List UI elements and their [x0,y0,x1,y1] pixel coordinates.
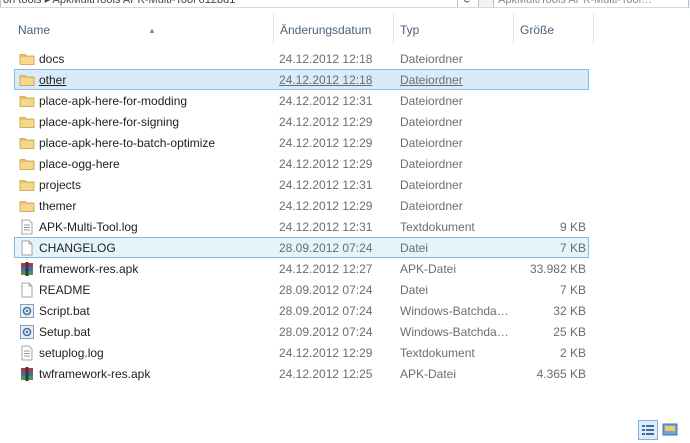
file-row[interactable]: other 24.12.2012 12:18 Dateiordner [14,69,589,90]
file-name: README [39,283,91,297]
file-name: projects [39,178,82,192]
file-name: setuplog.log [39,346,104,360]
file-size [520,175,586,194]
file-type: Textdokument [400,346,475,360]
file-date: 28.09.2012 07:24 [279,325,373,339]
file-type: Textdokument [400,220,475,234]
column-header-size-label: Größe [520,23,555,37]
column-header-name[interactable]: Name ▲ [12,14,274,44]
file-type: APK-Datei [400,367,457,381]
file-size: 7 KB [559,283,586,297]
file-name: CHANGELOG [39,241,116,255]
file-type: Windows-Batchda… [400,325,509,339]
file-row[interactable]: twframework-res.apk 24.12.2012 12:25 APK-D… [14,363,589,384]
column-header-date[interactable]: Änderungsdatum [273,14,393,44]
file-size: 7 KB [559,241,586,255]
column-header-name-label: Name [18,23,51,37]
column-header-end [593,14,600,44]
file-date: 24.12.2012 12:29 [279,136,373,150]
file-row[interactable]: themer 24.12.2012 12:29 Dateiordner [14,195,589,216]
file-date: 24.12.2012 12:31 [279,94,373,108]
file-name: twframework-res.apk [39,367,151,381]
column-header-type[interactable]: Typ [393,14,513,44]
file-row[interactable]: place-ogg-here 24.12.2012 12:29 Dateiordne… [14,153,589,174]
file-type: Datei [400,241,429,255]
file-size [520,196,586,215]
column-header-date-label: Änderungsdatum [280,23,372,37]
file-date: 28.09.2012 07:24 [279,283,373,297]
file-size: 4.365 KB [536,367,586,381]
file-date: 28.09.2012 07:24 [279,241,373,255]
view-switcher [638,420,680,440]
file-name: framework-res.apk [39,262,139,276]
address-bar[interactable]: on tools ▸ ApkMultiTools APK-Multi-Tool … [0,0,459,7]
file-type: Dateiordner [400,115,463,129]
file-type: Dateiordner [400,178,463,192]
file-name: docs [39,52,65,66]
file-size [520,91,586,110]
column-headers: Name ▲ Änderungsdatum Typ Größe [0,14,690,44]
file-name: Script.bat [39,304,90,318]
address-bar-area: on tools ▸ ApkMultiTools APK-Multi-Tool … [0,0,690,8]
file-date: 24.12.2012 12:25 [279,367,373,381]
file-name: Setup.bat [39,325,91,339]
file-type: Datei [400,283,429,297]
file-type: Dateiordner [400,199,463,213]
sort-ascending-icon: ▲ [148,26,156,35]
file-date: 24.12.2012 12:31 [279,220,373,234]
column-header-type-label: Typ [400,23,420,37]
file-name: place-apk-here-for-modding [39,94,188,108]
file-size [520,49,586,68]
file-date: 24.12.2012 12:18 [279,73,373,87]
file-date: 24.12.2012 12:29 [279,157,373,171]
refresh-icon[interactable]: ⟳ [457,0,479,7]
file-name: APK-Multi-Tool.log [39,220,138,234]
file-size [520,133,586,152]
file-type: Windows-Batchda… [400,304,509,318]
file-size [520,112,586,131]
large-icons-view-icon[interactable] [660,420,680,440]
file-type: Dateiordner [400,136,463,150]
file-row[interactable]: README 28.09.2012 07:24 Datei 7 KB [14,279,589,300]
file-name: other [39,73,67,87]
details-view-icon[interactable] [638,420,658,440]
file-type: Dateiordner [400,52,463,66]
file-date: 24.12.2012 12:27 [279,262,373,276]
file-row[interactable]: Script.bat 28.09.2012 07:24 Windows-Batchd… [14,300,589,321]
file-type: APK-Datei [400,262,457,276]
file-row[interactable]: setuplog.log 24.12.2012 12:29 Textdokument… [14,342,589,363]
column-header-size[interactable]: Größe [513,14,593,44]
file-row[interactable]: projects 24.12.2012 12:31 Dateiordner [14,174,589,195]
file-size: 9 KB [559,220,586,234]
search-input[interactable]: ApkMultiTools APK-Multi-Tool… [493,0,689,7]
file-row[interactable]: place-apk-here-for-modding 24.12.2012 12:… [14,90,589,111]
file-name: themer [39,199,77,213]
file-date: 24.12.2012 12:29 [279,199,373,213]
file-row[interactable]: place-apk-here-to-batch-optimize 24.12.20… [14,132,589,153]
file-date: 24.12.2012 12:29 [279,346,373,360]
file-size: 2 KB [559,346,586,360]
file-type: Dateiordner [400,94,463,108]
file-size [520,154,586,173]
file-size: 33.982 KB [529,262,586,276]
file-date: 28.09.2012 07:24 [279,304,373,318]
file-size: 32 KB [553,304,586,318]
file-size: 25 KB [553,325,586,339]
file-name: place-ogg-here [39,157,120,171]
file-row[interactable]: docs 24.12.2012 12:18 Dateiordner [14,48,589,69]
file-type: Dateiordner [400,73,463,87]
file-row[interactable]: place-apk-here-for-signing 24.12.2012 12:… [14,111,589,132]
file-row[interactable]: APK-Multi-Tool.log 24.12.2012 12:31 Textdo… [14,216,589,237]
file-date: 24.12.2012 12:18 [279,52,373,66]
file-name: place-apk-here-for-signing [39,115,180,129]
file-size [520,70,586,89]
file-row[interactable]: CHANGELOG 28.09.2012 07:24 Datei 7 KB [14,237,589,258]
file-row[interactable]: framework-res.apk 24.12.2012 12:27 APK-Dat… [14,258,589,279]
file-row[interactable]: Setup.bat 28.09.2012 07:24 Windows-Batchda… [14,321,589,342]
file-date: 24.12.2012 12:31 [279,178,373,192]
file-type: Dateiordner [400,157,463,171]
file-date: 24.12.2012 12:29 [279,115,373,129]
file-name: place-apk-here-to-batch-optimize [39,136,216,150]
